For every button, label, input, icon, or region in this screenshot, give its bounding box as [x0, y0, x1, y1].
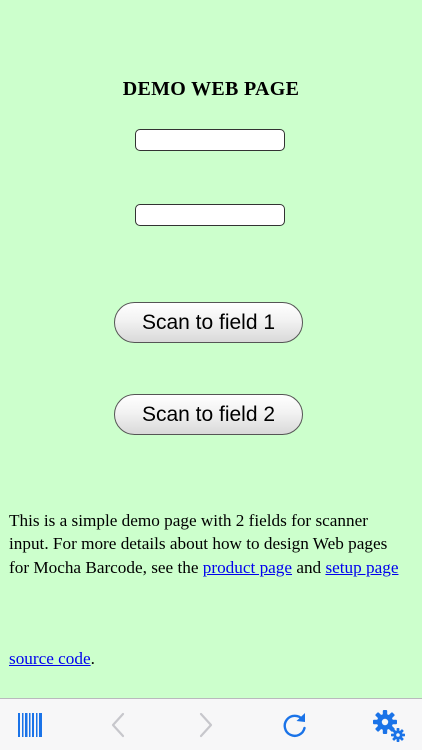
- source-code-line: source code.: [9, 647, 95, 670]
- source-code-link[interactable]: source code: [9, 649, 91, 668]
- barcode-scan-button[interactable]: [14, 709, 46, 741]
- reload-icon: [283, 713, 306, 737]
- scan-to-field-1-button[interactable]: Scan to field 1: [114, 302, 303, 343]
- settings-button[interactable]: [372, 709, 405, 742]
- forward-button[interactable]: [190, 709, 222, 741]
- scan-to-field-2-button[interactable]: Scan to field 2: [114, 394, 303, 435]
- barcode-icon: [18, 713, 42, 737]
- description-connector: and: [292, 557, 326, 577]
- back-arrow-icon: [111, 712, 125, 738]
- settings-gears-icon: [373, 710, 405, 742]
- back-button[interactable]: [102, 709, 134, 741]
- bottom-toolbar: [0, 698, 422, 750]
- page-title: DEMO WEB PAGE: [122, 78, 300, 100]
- scan-field-1-input[interactable]: [135, 129, 285, 151]
- forward-arrow-icon: [199, 712, 213, 738]
- scan-field-2-input[interactable]: [135, 204, 285, 226]
- product-page-link[interactable]: product page: [203, 558, 292, 577]
- source-code-suffix: .: [90, 649, 95, 668]
- reload-button[interactable]: [279, 709, 311, 741]
- setup-page-link[interactable]: setup page: [325, 558, 398, 577]
- description-paragraph: This is a simple demo page with 2 fields…: [9, 509, 409, 579]
